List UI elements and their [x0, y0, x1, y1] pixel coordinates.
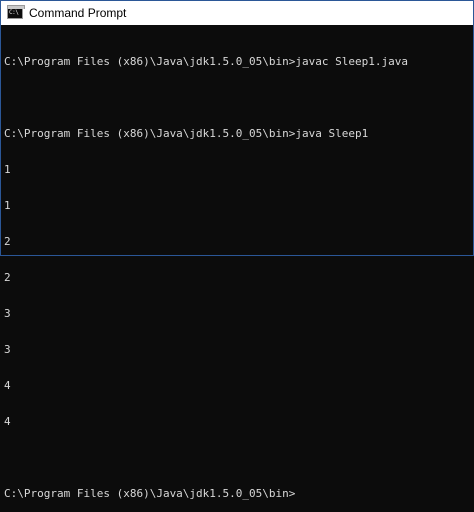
prompt-line[interactable]: C:\Program Files (x86)\Java\jdk1.5.0_05\… [4, 488, 473, 500]
cmd-icon-text: C:\ [9, 9, 19, 16]
window-title: Command Prompt [29, 6, 127, 20]
console-line: 3 [4, 343, 11, 356]
console-line: 1 [4, 163, 11, 176]
command-prompt-window: C:\ Command Prompt C:\Program Files (x86… [0, 0, 474, 500]
cmd-icon[interactable]: C:\ [7, 5, 25, 19]
prompt-text: C:\Program Files (x86)\Java\jdk1.5.0_05\… [4, 487, 296, 500]
console-line: C:\Program Files (x86)\Java\jdk1.5.0_05\… [4, 55, 408, 68]
console-line: 4 [4, 415, 11, 428]
console-line: 2 [4, 235, 11, 248]
console-line: 2 [4, 271, 11, 284]
console-line: 4 [4, 379, 11, 392]
console-line: 1 [4, 199, 11, 212]
console-line: 3 [4, 307, 11, 320]
console-output[interactable]: C:\Program Files (x86)\Java\jdk1.5.0_05\… [1, 32, 473, 500]
console-line: C:\Program Files (x86)\Java\jdk1.5.0_05\… [4, 127, 369, 140]
title-bar[interactable]: C:\ Command Prompt [1, 1, 473, 25]
